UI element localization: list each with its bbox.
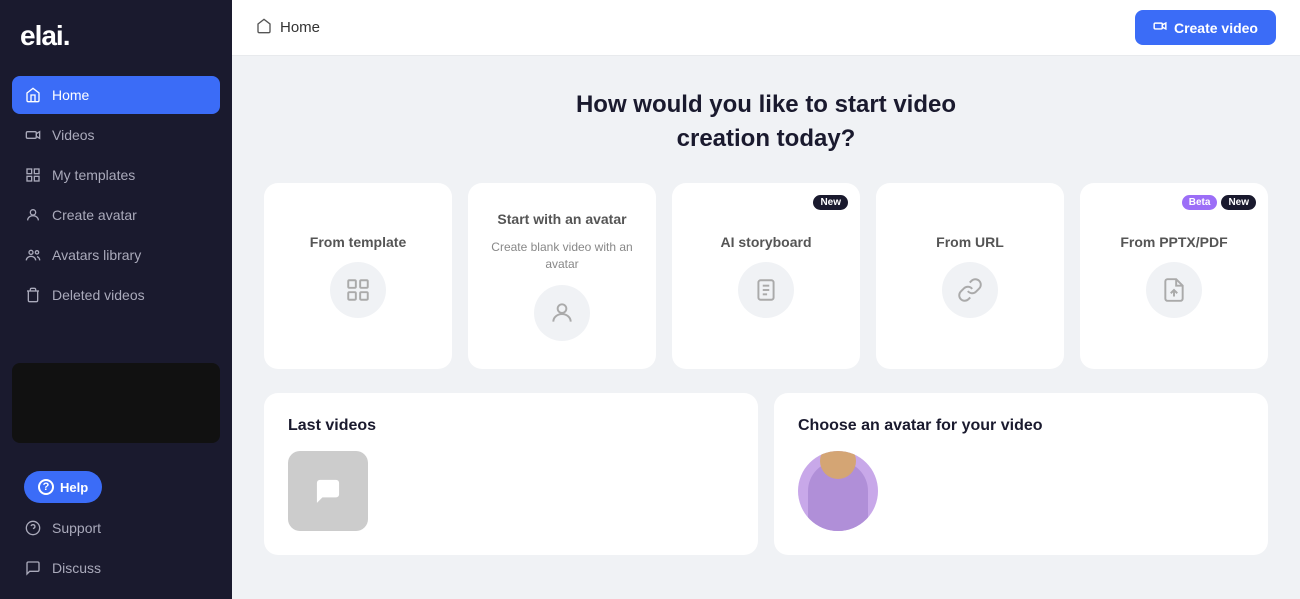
template-icon: [330, 262, 386, 318]
help-button[interactable]: ? Help: [24, 471, 102, 503]
bottom-cards: Last videos Choose an avatar for your vi…: [264, 393, 1268, 555]
page-heading: How would you like to start video creati…: [264, 88, 1268, 155]
create-video-label: Create video: [1174, 20, 1258, 36]
breadcrumb-text: Home: [280, 19, 320, 36]
video-thumbnail: [288, 451, 368, 531]
card-start-with-avatar-subtitle: Create blank video with an avatar: [488, 239, 636, 273]
pptx-icon: [1146, 262, 1202, 318]
card-from-template[interactable]: From template: [264, 183, 452, 369]
video-icon: [24, 126, 42, 144]
sidebar: elai. Home Videos My templates Create av…: [0, 0, 232, 599]
avatar-icon: [534, 285, 590, 341]
avatars-library-icon: [24, 246, 42, 264]
support-icon: [24, 519, 42, 537]
help-icon: ?: [38, 479, 54, 495]
card-from-url-title: From URL: [936, 234, 1004, 250]
sidebar-item-avatars-library[interactable]: Avatars library: [12, 236, 220, 274]
creation-cards: From template Start with an avatar Creat…: [264, 183, 1268, 369]
card-from-pptx-title: From PPTX/PDF: [1120, 234, 1227, 250]
card-start-with-avatar[interactable]: Start with an avatar Create blank video …: [468, 183, 656, 369]
beta-badge: Beta: [1182, 195, 1218, 210]
ai-storyboard-badge: New: [813, 195, 848, 210]
sidebar-item-deleted-videos-label: Deleted videos: [52, 287, 145, 303]
topbar: Home Create video: [232, 0, 1300, 56]
card-ai-storyboard-title: AI storyboard: [720, 234, 811, 250]
sidebar-item-videos[interactable]: Videos: [12, 116, 220, 154]
avatar-preview: [798, 451, 878, 531]
discuss-icon: [24, 559, 42, 577]
sidebar-item-discuss[interactable]: Discuss: [12, 549, 220, 587]
sidebar-nav: Home Videos My templates Create avatar A: [0, 68, 232, 355]
last-videos-card[interactable]: Last videos: [264, 393, 758, 555]
sidebar-item-support-label: Support: [52, 520, 101, 536]
sidebar-bottom: ? Help Support Discuss: [0, 451, 232, 599]
card-from-url[interactable]: From URL: [876, 183, 1064, 369]
last-videos-title: Last videos: [288, 417, 734, 435]
help-label: Help: [60, 480, 88, 495]
home-breadcrumb-icon: [256, 18, 272, 38]
sidebar-item-discuss-label: Discuss: [52, 560, 101, 576]
card-from-template-title: From template: [310, 234, 406, 250]
choose-avatar-content: [798, 451, 1244, 531]
trash-icon: [24, 286, 42, 304]
sidebar-item-videos-label: Videos: [52, 127, 95, 143]
new-badge-pptx: New: [1221, 195, 1256, 210]
choose-avatar-card[interactable]: Choose an avatar for your video: [774, 393, 1268, 555]
logo: elai.: [0, 0, 232, 68]
avatar-head: [820, 451, 856, 479]
sidebar-item-support[interactable]: Support: [12, 509, 220, 547]
home-icon: [24, 86, 42, 104]
create-video-button[interactable]: Create video: [1135, 10, 1276, 45]
sidebar-thumbnail: [12, 363, 220, 443]
avatar-body: [808, 461, 868, 531]
choose-avatar-title: Choose an avatar for your video: [798, 417, 1244, 435]
sidebar-item-create-avatar-label: Create avatar: [52, 207, 137, 223]
main-area: Home Create video How would you like to …: [232, 0, 1300, 599]
sidebar-item-my-templates-label: My templates: [52, 167, 135, 183]
breadcrumb: Home: [256, 18, 320, 38]
sidebar-item-home-label: Home: [52, 87, 89, 103]
create-avatar-icon: [24, 206, 42, 224]
last-videos-content: [288, 451, 734, 531]
url-icon: [942, 262, 998, 318]
new-badge: New: [813, 195, 848, 210]
sidebar-item-deleted-videos[interactable]: Deleted videos: [12, 276, 220, 314]
templates-icon: [24, 166, 42, 184]
create-video-icon: [1153, 19, 1167, 36]
content-area: How would you like to start video creati…: [232, 56, 1300, 599]
storyboard-icon: [738, 262, 794, 318]
pptx-badges: Beta New: [1182, 195, 1256, 210]
card-start-with-avatar-title: Start with an avatar: [497, 211, 626, 227]
sidebar-item-home[interactable]: Home: [12, 76, 220, 114]
sidebar-item-create-avatar[interactable]: Create avatar: [12, 196, 220, 234]
sidebar-item-avatars-library-label: Avatars library: [52, 247, 141, 263]
sidebar-item-my-templates[interactable]: My templates: [12, 156, 220, 194]
card-ai-storyboard[interactable]: New AI storyboard: [672, 183, 860, 369]
card-from-pptx[interactable]: Beta New From PPTX/PDF: [1080, 183, 1268, 369]
